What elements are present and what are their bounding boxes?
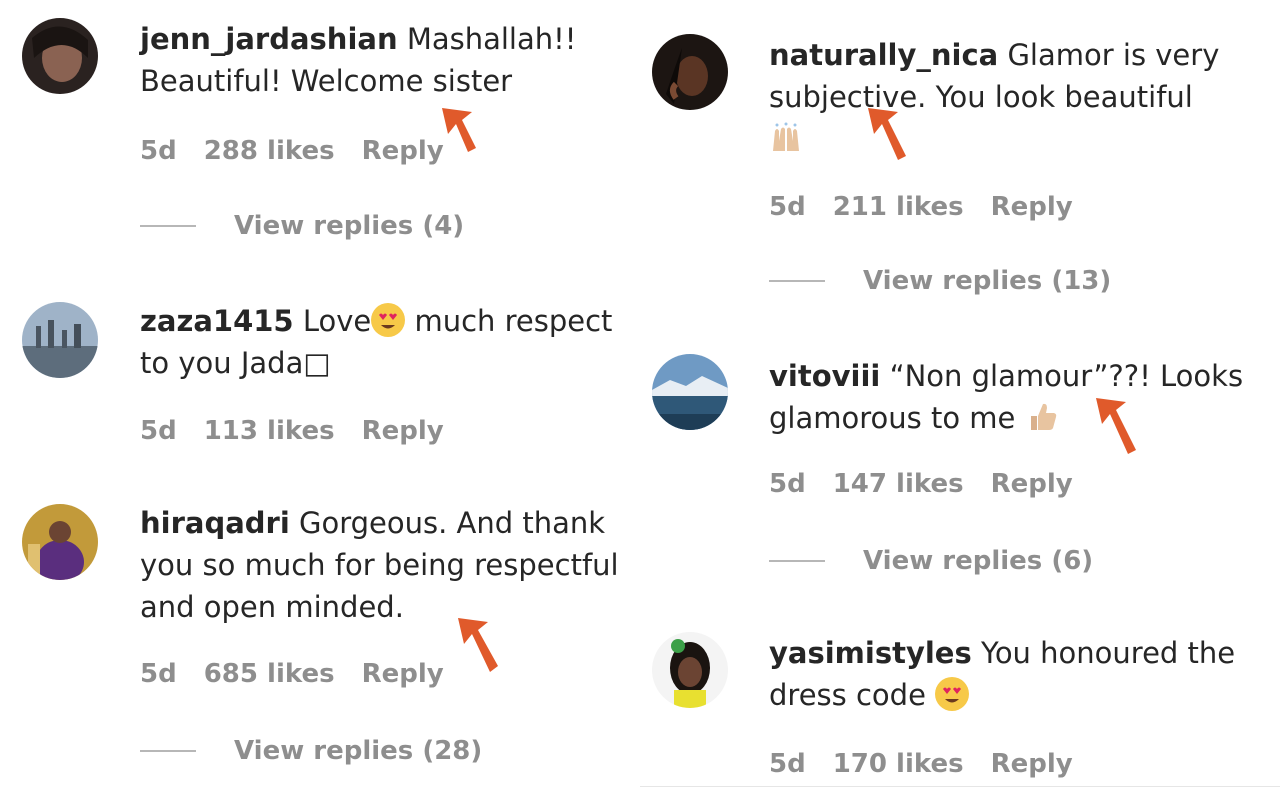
view-replies-label: View replies (13) bbox=[863, 266, 1112, 296]
divider-line bbox=[769, 280, 825, 282]
view-replies-button[interactable]: View replies (13) bbox=[769, 266, 1111, 296]
comment-age: 5d bbox=[140, 416, 177, 446]
reply-button[interactable]: Reply bbox=[362, 659, 444, 689]
divider-line bbox=[140, 750, 196, 752]
comment-age: 5d bbox=[140, 659, 177, 689]
likes-count[interactable]: 288 likes bbox=[204, 136, 335, 166]
comment-text: zaza1415 Love much respect to you Jada□ bbox=[140, 300, 635, 384]
reply-button[interactable]: Reply bbox=[362, 136, 444, 166]
divider-line bbox=[769, 560, 825, 562]
divider-line bbox=[140, 225, 196, 227]
comment-meta: 5d 288 likes Reply bbox=[140, 136, 471, 166]
comment-meta: 5d 113 likes Reply bbox=[140, 416, 471, 446]
right-comments-column: naturally_nica Glamor is very subjective… bbox=[640, 0, 1280, 800]
likes-count[interactable]: 113 likes bbox=[204, 416, 335, 446]
comment-text: yasimistyles You honoured the dress code bbox=[769, 632, 1274, 716]
view-replies-button[interactable]: View replies (4) bbox=[140, 211, 464, 241]
likes-count[interactable]: 147 likes bbox=[833, 469, 964, 499]
view-replies-button[interactable]: View replies (28) bbox=[140, 736, 482, 766]
pointer-arrow-icon bbox=[868, 108, 906, 160]
avatar[interactable] bbox=[652, 34, 728, 110]
username[interactable]: jenn_jardashian bbox=[140, 22, 398, 56]
raised-hands-emoji-icon bbox=[769, 121, 803, 155]
avatar[interactable] bbox=[22, 302, 98, 378]
comment-text: jenn_jardashian Mashallah!! Beautiful! W… bbox=[140, 18, 635, 102]
thumbs-up-emoji-icon bbox=[1025, 400, 1059, 434]
pointer-arrow-icon bbox=[442, 108, 476, 152]
heart-eyes-emoji-icon bbox=[935, 677, 970, 711]
avatar[interactable] bbox=[652, 632, 728, 708]
username[interactable]: yasimistyles bbox=[769, 636, 972, 670]
comment-meta: 5d 147 likes Reply bbox=[769, 469, 1100, 499]
reply-button[interactable]: Reply bbox=[991, 749, 1073, 779]
reply-button[interactable]: Reply bbox=[991, 469, 1073, 499]
username[interactable]: hiraqadri bbox=[140, 506, 290, 540]
comment-meta: 5d 685 likes Reply bbox=[140, 659, 471, 689]
comment-text: naturally_nica Glamor is very subjective… bbox=[769, 34, 1274, 160]
likes-count[interactable]: 685 likes bbox=[204, 659, 335, 689]
reply-button[interactable]: Reply bbox=[991, 192, 1073, 222]
view-replies-label: View replies (6) bbox=[863, 546, 1094, 576]
view-replies-label: View replies (4) bbox=[234, 211, 465, 241]
comment-age: 5d bbox=[769, 469, 806, 499]
pointer-arrow-icon bbox=[458, 618, 498, 672]
reply-button[interactable]: Reply bbox=[362, 416, 444, 446]
likes-count[interactable]: 170 likes bbox=[833, 749, 964, 779]
comment-text: hiraqadri Gorgeous. And thank you so muc… bbox=[140, 502, 635, 628]
pointer-arrow-icon bbox=[1096, 398, 1136, 454]
avatar[interactable] bbox=[22, 18, 98, 94]
view-replies-button[interactable]: View replies (6) bbox=[769, 546, 1093, 576]
avatar[interactable] bbox=[652, 354, 728, 430]
comment-meta: 5d 170 likes Reply bbox=[769, 749, 1100, 779]
comment-text: vitoviii “Non glamour”??! Looks glamorou… bbox=[769, 355, 1274, 439]
comment-age: 5d bbox=[140, 136, 177, 166]
comment-age: 5d bbox=[769, 749, 806, 779]
divider-line bbox=[640, 786, 1280, 787]
comment-body-a: Love bbox=[302, 304, 372, 338]
left-comments-column: jenn_jardashian Mashallah!! Beautiful! W… bbox=[0, 0, 640, 800]
view-replies-label: View replies (28) bbox=[234, 736, 483, 766]
comment-age: 5d bbox=[769, 192, 806, 222]
comment-meta: 5d 211 likes Reply bbox=[769, 192, 1100, 222]
username[interactable]: naturally_nica bbox=[769, 38, 998, 72]
heart-eyes-emoji-icon bbox=[371, 303, 406, 337]
username[interactable]: zaza1415 bbox=[140, 304, 294, 338]
avatar[interactable] bbox=[22, 504, 98, 580]
username[interactable]: vitoviii bbox=[769, 359, 880, 393]
likes-count[interactable]: 211 likes bbox=[833, 192, 964, 222]
